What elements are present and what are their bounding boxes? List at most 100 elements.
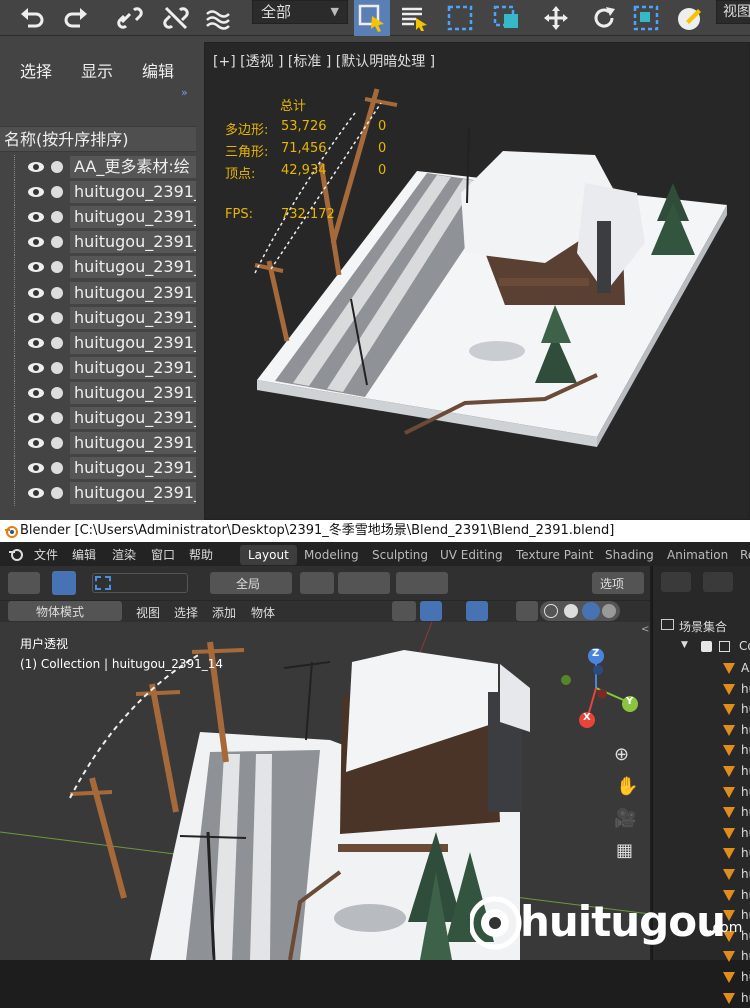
bind-space-warp-icon[interactable] — [204, 4, 232, 32]
freeze-dot-icon[interactable] — [51, 386, 63, 399]
outliner-item[interactable]: AA — [653, 660, 750, 678]
transform-orientation-dropdown[interactable]: 全局 — [210, 572, 292, 594]
window-crossing-icon[interactable] — [492, 4, 520, 32]
menu-help[interactable]: 帮助 — [189, 546, 213, 563]
eye-icon[interactable] — [28, 387, 44, 398]
menu-view[interactable]: 视图 — [136, 604, 160, 621]
select-object-icon[interactable] — [354, 0, 390, 36]
move-icon[interactable] — [542, 4, 570, 32]
object-row[interactable]: huitugou_2391_ — [0, 205, 196, 231]
expand-arrow-icon[interactable]: ▼ — [681, 640, 688, 650]
object-row[interactable]: huitugou_2391_ — [0, 255, 196, 281]
snap-icon[interactable] — [338, 572, 390, 594]
menu-display[interactable]: 显示 — [81, 58, 113, 82]
view-dropdown[interactable]: 视图 — [716, 0, 750, 24]
rectangular-selection-icon[interactable] — [446, 4, 474, 32]
object-row[interactable]: huitugou_2391_ — [0, 481, 196, 507]
mode-dropdown[interactable]: 物体模式 — [8, 601, 122, 621]
navigation-gizmo[interactable]: Z Y X — [556, 644, 642, 730]
outliner-item[interactable]: hu — [653, 990, 750, 1008]
object-row[interactable]: huitugou_2391_ — [0, 230, 196, 256]
menu-window[interactable]: 窗口 — [151, 546, 175, 563]
freeze-dot-icon[interactable] — [51, 487, 63, 500]
object-row[interactable]: huitugou_2391_ — [0, 380, 196, 406]
select-by-name-icon[interactable] — [400, 4, 428, 32]
tab-modeling[interactable]: Modeling — [304, 548, 359, 562]
eye-icon[interactable] — [28, 413, 44, 423]
object-row[interactable]: huitugou_2391_ — [0, 305, 196, 331]
proportional-editing-icon[interactable] — [396, 572, 448, 594]
camera-icon[interactable]: 🎥 — [614, 808, 636, 829]
outliner-item[interactable]: hu — [653, 804, 750, 822]
freeze-dot-icon[interactable] — [51, 161, 63, 173]
xray-toggle-icon[interactable] — [516, 601, 538, 621]
visibility-eye-icon[interactable] — [392, 601, 416, 621]
menu-select[interactable]: 选择 — [174, 604, 198, 621]
eye-icon[interactable] — [28, 488, 44, 499]
object-row[interactable]: huitugou_2391_ — [0, 280, 196, 306]
solid-shading-icon[interactable] — [564, 604, 578, 618]
freeze-dot-icon[interactable] — [51, 186, 63, 199]
freeze-dot-icon[interactable] — [51, 462, 63, 475]
blender-menu-icon[interactable] — [8, 547, 24, 561]
outliner-item[interactable]: hu — [653, 763, 750, 781]
select-tool-icon[interactable] — [52, 571, 76, 595]
double-chevron-icon[interactable]: » — [181, 86, 188, 99]
menu-object[interactable]: 物体 — [251, 604, 275, 621]
tab-uv-editing[interactable]: UV Editing — [440, 548, 503, 562]
tab-texture-paint[interactable]: Texture Paint — [516, 548, 593, 562]
tab-more[interactable]: Re — [740, 548, 750, 562]
freeze-dot-icon[interactable] — [51, 211, 63, 224]
menu-add[interactable]: 添加 — [212, 604, 236, 621]
shading-mode-buttons[interactable] — [540, 601, 620, 621]
gizmo-toggle-icon[interactable] — [420, 601, 442, 621]
collection-checkbox[interactable] — [701, 641, 712, 652]
freeze-dot-icon[interactable] — [51, 236, 63, 249]
selection-mode-buttons[interactable] — [92, 573, 188, 593]
tab-layout[interactable]: Layout — [240, 545, 297, 565]
object-row[interactable]: AA_更多素材:绘 — [0, 155, 196, 180]
eye-icon[interactable] — [28, 187, 44, 198]
manipulate-icon[interactable] — [676, 4, 704, 32]
outliner-filter-dropdown[interactable] — [703, 572, 733, 592]
rotate-icon[interactable] — [590, 4, 618, 32]
outliner-item[interactable]: hu — [653, 701, 750, 719]
collection-name[interactable]: Co — [739, 639, 750, 653]
outliner-item[interactable]: hu — [653, 742, 750, 760]
tool-settings-dropdown[interactable] — [8, 572, 40, 594]
menu-select[interactable]: 选择 — [20, 58, 52, 82]
menu-edit[interactable]: 编辑 — [72, 546, 96, 563]
undo-icon[interactable] — [18, 4, 46, 32]
eye-icon[interactable] — [28, 312, 44, 323]
tab-animation[interactable]: Animation — [667, 548, 728, 562]
outliner-item[interactable]: hu — [653, 825, 750, 843]
material-preview-icon[interactable] — [582, 602, 600, 620]
selection-filter-dropdown[interactable]: 全部 ▼ — [252, 0, 348, 24]
column-header-name[interactable]: 名称(按升序排序) — [0, 126, 196, 152]
redo-icon[interactable] — [62, 4, 90, 32]
eye-icon[interactable] — [28, 438, 44, 449]
eye-icon[interactable] — [28, 237, 44, 248]
wireframe-shading-icon[interactable] — [544, 604, 558, 618]
zoom-icon[interactable]: ⊕ — [614, 744, 629, 765]
link-icon[interactable] — [116, 4, 144, 32]
rendered-shading-icon[interactable] — [602, 604, 616, 618]
options-dropdown[interactable]: 选项 — [592, 572, 644, 594]
outliner-display-mode-dropdown[interactable] — [661, 572, 691, 592]
right-edge-chevron-icon[interactable]: < — [641, 624, 649, 635]
menu-edit[interactable]: 编辑 — [142, 58, 174, 82]
eye-icon[interactable] — [28, 162, 44, 172]
eye-icon[interactable] — [28, 212, 44, 223]
eye-icon[interactable] — [28, 463, 44, 474]
outliner-item[interactable]: hu — [653, 866, 750, 884]
scene-collection-title[interactable]: 场景集合 — [679, 618, 727, 635]
freeze-dot-icon[interactable] — [51, 311, 63, 324]
freeze-dot-icon[interactable] — [51, 286, 63, 299]
outliner-item[interactable]: hu — [653, 845, 750, 863]
pan-hand-icon[interactable]: ✋ — [616, 776, 638, 797]
max-viewport[interactable]: [+] [透视 ] [标准 ] [默认明暗处理 ] 总计 多边形: 53,726… — [204, 42, 750, 520]
object-row[interactable]: huitugou_2391_ — [0, 330, 196, 356]
menu-render[interactable]: 渲染 — [112, 546, 136, 563]
tab-shading[interactable]: Shading — [605, 548, 654, 562]
outliner-item[interactable]: hu — [653, 969, 750, 987]
